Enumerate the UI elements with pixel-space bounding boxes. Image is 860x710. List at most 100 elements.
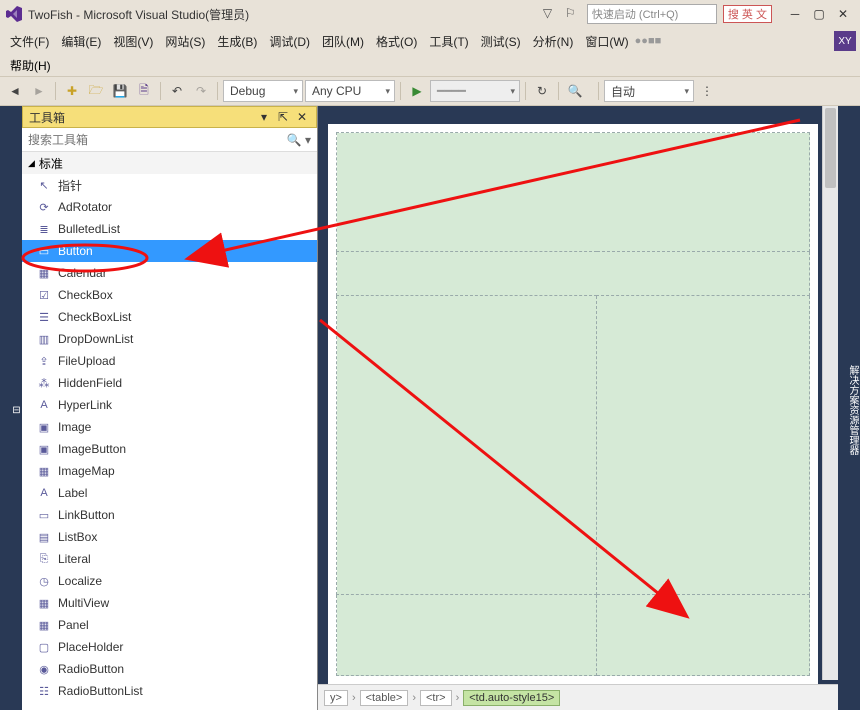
- toolbox-category-standard[interactable]: ◢ 标准: [22, 152, 317, 174]
- new-project-button[interactable]: ✚: [61, 80, 83, 102]
- toolbox-item-adrotator[interactable]: ⟳AdRotator: [22, 196, 317, 218]
- checkboxlist-icon: ☰: [36, 309, 52, 325]
- crumb-y[interactable]: y>: [324, 690, 348, 706]
- checkbox-icon: ☑: [36, 287, 52, 303]
- collapse-icon: ◢: [28, 158, 35, 169]
- toolbox-item-multiview[interactable]: ▦MultiView: [22, 592, 317, 614]
- left-tab-strip[interactable]: ⊟: [0, 106, 22, 710]
- find-button[interactable]: 🔍: [564, 80, 586, 102]
- menu-help[interactable]: 帮助(H): [4, 55, 57, 76]
- redo-button[interactable]: ↷: [190, 80, 212, 102]
- maximize-button[interactable]: ▢: [808, 4, 830, 24]
- undo-button[interactable]: ↶: [166, 80, 188, 102]
- toolbox-item-label[interactable]: ALabel: [22, 482, 317, 504]
- toolbox-list: ↖指针⟳AdRotator≣BulletedList▭Button▦Calend…: [22, 174, 317, 710]
- toolbox-item-radiobutton[interactable]: ◉RadioButton: [22, 658, 317, 680]
- standard-toolbar: ◄ ► ✚ 🗁 💾 🗎 ↶ ↷ Debug Any CPU ▶ ━━━━ ↻ 🔍…: [0, 76, 860, 106]
- toolbox-item-literal[interactable]: ⎘Literal: [22, 548, 317, 570]
- tag-breadcrumb: y> › <table> › <tr> › <td.auto-style15>: [318, 684, 838, 710]
- menu-edit[interactable]: 编辑(E): [55, 31, 107, 52]
- multiview-icon: ▦: [36, 595, 52, 611]
- menu-team[interactable]: 团队(M): [316, 31, 370, 52]
- vertical-scrollbar[interactable]: [822, 106, 838, 680]
- quick-launch-input[interactable]: 快速启动 (Ctrl+Q): [587, 4, 717, 24]
- window-title: TwoFish - Microsoft Visual Studio(管理员): [28, 6, 543, 23]
- menu-build[interactable]: 生成(B): [211, 31, 263, 52]
- toolbox-item-label: Label: [58, 486, 87, 500]
- close-button[interactable]: ✕: [832, 4, 854, 24]
- toolbox-item-listbox[interactable]: ▤ListBox: [22, 526, 317, 548]
- design-surface[interactable]: [328, 124, 818, 684]
- platform-combo[interactable]: Any CPU: [305, 80, 395, 102]
- toolbox-panel: 工具箱 ▾ ⇱ ✕ 🔍 ▾ ◢ 标准 ↖指针⟳AdRotator≣Bullete…: [22, 106, 318, 710]
- toolbox-item-imagebutton[interactable]: ▣ImageButton: [22, 438, 317, 460]
- toolbox-item-hiddenfield[interactable]: ⁂HiddenField: [22, 372, 317, 394]
- crumb-td-active[interactable]: <td.auto-style15>: [463, 690, 560, 706]
- toolbox-item-bulletedlist[interactable]: ≣BulletedList: [22, 218, 317, 240]
- auto-combo[interactable]: 自动: [604, 80, 694, 102]
- toolbox-item-imagemap[interactable]: ▦ ImageMap: [22, 460, 317, 482]
- flag-icon[interactable]: ⚐: [565, 6, 581, 22]
- minimize-button[interactable]: ─: [784, 4, 806, 24]
- open-button[interactable]: 🗁: [85, 80, 107, 102]
- localize-icon: ◷: [36, 573, 52, 589]
- toolbox-item-label: ImageMap: [58, 464, 115, 478]
- toolbar-overflow-button[interactable]: ⋮: [696, 80, 718, 102]
- crumb-table[interactable]: <table>: [360, 690, 409, 706]
- toolbox-item-linkbutton[interactable]: ▭LinkButton: [22, 504, 317, 526]
- toolbox-item-fileupload[interactable]: ⇪FileUpload: [22, 350, 317, 372]
- menu-bar: 文件(F) 编辑(E) 视图(V) 网站(S) 生成(B) 调试(D) 团队(M…: [0, 28, 860, 54]
- chevron-right-icon: ›: [352, 692, 356, 704]
- toolbox-item-dropdownlist[interactable]: ▥DropDownList: [22, 328, 317, 350]
- browser-link-button[interactable]: ↻: [531, 80, 553, 102]
- menu-window[interactable]: 窗口(W): [579, 31, 634, 52]
- nav-forward-button[interactable]: ►: [28, 80, 50, 102]
- user-badge[interactable]: XY: [834, 31, 856, 51]
- toolbox-item-label: CheckBox: [58, 288, 113, 302]
- menu-file[interactable]: 文件(F): [4, 31, 55, 52]
- right-tab-strip: 解决方案资源管理器 团队资源管理器 属性: [838, 106, 860, 710]
- menu-format[interactable]: 格式(O): [370, 31, 423, 52]
- notification-indicator[interactable]: ●●■■: [635, 35, 662, 47]
- menu-view[interactable]: 视图(V): [107, 31, 159, 52]
- toolbox-item-calendar[interactable]: ▦Calendar: [22, 262, 317, 284]
- toolbox-item-image[interactable]: ▣Image: [22, 416, 317, 438]
- menu-debug[interactable]: 调试(D): [263, 31, 316, 52]
- toolbox-item-label: HyperLink: [58, 398, 112, 412]
- menu-test[interactable]: 测试(S): [475, 31, 527, 52]
- toolbox-item-指针[interactable]: ↖指针: [22, 174, 317, 196]
- menu-tools[interactable]: 工具(T): [423, 31, 474, 52]
- save-button[interactable]: 💾: [109, 80, 131, 102]
- toolbox-item-checkbox[interactable]: ☑ CheckBox: [22, 284, 317, 306]
- main-area: ⊟ 工具箱 ▾ ⇱ ✕ 🔍 ▾ ◢ 标准 ↖指针⟳AdRotator≣Bulle…: [0, 106, 860, 710]
- filter-icon[interactable]: ▽: [543, 6, 559, 22]
- menu-website[interactable]: 网站(S): [159, 31, 211, 52]
- toolbox-item-radiobuttonlist[interactable]: ☷RadioButtonList: [22, 680, 317, 702]
- search-icon[interactable]: 🔍 ▾: [287, 133, 311, 147]
- dropdownlist-icon: ▥: [36, 331, 52, 347]
- chevron-right-icon: ›: [412, 692, 416, 704]
- nav-back-button[interactable]: ◄: [4, 80, 26, 102]
- fileupload-icon: ⇪: [36, 353, 52, 369]
- button-icon: ▭: [36, 243, 52, 259]
- toolbox-item-hyperlink[interactable]: AHyperLink: [22, 394, 317, 416]
- menu-analyze[interactable]: 分析(N): [527, 31, 580, 52]
- toolbox-item-button[interactable]: ▭Button: [22, 240, 317, 262]
- start-debug-button[interactable]: ▶: [406, 80, 428, 102]
- toolbox-item-placeholder[interactable]: ▢PlaceHolder: [22, 636, 317, 658]
- toolbox-search-input[interactable]: [28, 133, 287, 147]
- solution-config-combo[interactable]: Debug: [223, 80, 303, 102]
- toolbox-item-checkboxlist[interactable]: ☰CheckBoxList: [22, 306, 317, 328]
- toolbox-item-panel[interactable]: ▦Panel: [22, 614, 317, 636]
- start-target-combo[interactable]: ━━━━: [430, 80, 520, 102]
- toolbox-item-localize[interactable]: ◷Localize: [22, 570, 317, 592]
- ime-badge[interactable]: 搜 英 文: [723, 5, 772, 23]
- imagemap-icon: ▦: [36, 463, 52, 479]
- panel-close-button[interactable]: ✕: [294, 109, 310, 125]
- panel-pin-button[interactable]: ⇱: [275, 109, 291, 125]
- save-all-button[interactable]: 🗎: [133, 80, 155, 102]
- listbox-icon: ▤: [36, 529, 52, 545]
- crumb-tr[interactable]: <tr>: [420, 690, 452, 706]
- right-tab-solution[interactable]: 解决方案资源管理器: [845, 365, 860, 455]
- panel-options-button[interactable]: ▾: [256, 109, 272, 125]
